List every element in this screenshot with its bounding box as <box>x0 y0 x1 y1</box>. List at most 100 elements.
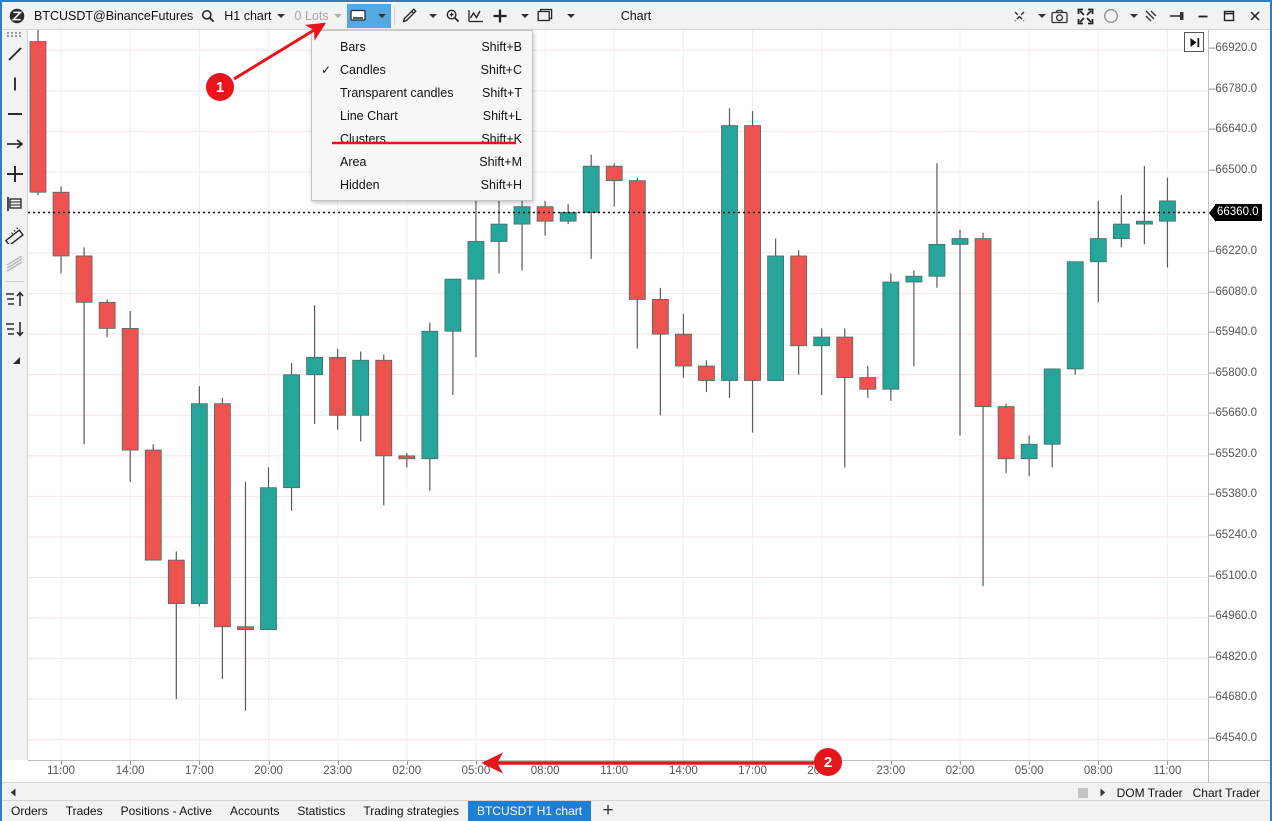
menu-item-candles[interactable]: ✓CandlesShift+C <box>312 58 532 81</box>
chart-trader-button[interactable]: Chart Trader <box>1193 786 1260 800</box>
price-tick-label: –65240.0 <box>1209 529 1257 541</box>
time-tick-label: 11:00 <box>1153 765 1181 777</box>
maximize-icon[interactable] <box>1216 3 1242 29</box>
circle-dropdown-button[interactable] <box>1124 3 1138 29</box>
chart-type-menu[interactable]: BarsShift+B✓CandlesShift+CTransparent ca… <box>311 30 533 201</box>
scroll-left-button[interactable] <box>2 784 24 802</box>
window-button[interactable] <box>534 4 558 28</box>
draw-dropdown-button[interactable] <box>420 4 442 28</box>
time-tick-label: 11:00 <box>600 765 628 777</box>
tab-trading-strategies[interactable]: Trading strategies <box>354 801 468 821</box>
menu-item-hidden[interactable]: HiddenShift+H <box>312 173 532 196</box>
price-axis[interactable]: –66920.0–66780.0–66640.0–66500.066360.0–… <box>1208 30 1270 760</box>
menu-item-bars[interactable]: BarsShift+B <box>312 35 532 58</box>
tab-accounts[interactable]: Accounts <box>221 801 288 821</box>
add-tab-button[interactable]: + <box>591 801 625 821</box>
snapshot-icon[interactable] <box>1046 3 1072 29</box>
panel-toggle-chip[interactable] <box>1078 788 1088 798</box>
menu-item-label: Bars <box>340 40 481 54</box>
chevron-down-icon <box>429 14 437 18</box>
circle-icon[interactable] <box>1098 3 1124 29</box>
trend-line-tool[interactable] <box>2 39 28 69</box>
fib-tool[interactable] <box>2 189 28 219</box>
price-tick-label: –65520.0 <box>1209 448 1257 460</box>
magnifier-button[interactable] <box>442 4 464 28</box>
time-tick-label: 20:00 <box>254 765 283 777</box>
level-up-tool[interactable] <box>2 284 28 314</box>
price-tick-label: –65800.0 <box>1209 367 1257 379</box>
time-tick-label: 02:00 <box>392 765 421 777</box>
chevron-down-icon <box>1130 14 1138 18</box>
menu-item-shortcut: Shift+L <box>483 109 522 123</box>
search-icon[interactable] <box>197 4 219 28</box>
chart-window: Chart BTCUSDT@BinanceFutures H1 chart <box>0 0 1272 821</box>
magnet-icon[interactable] <box>1138 3 1164 29</box>
lots-selector[interactable]: 0 Lots <box>290 4 347 28</box>
chevron-down-icon <box>567 14 575 18</box>
add-dropdown-button[interactable] <box>512 4 534 28</box>
price-tick-label: –66500.0 <box>1209 164 1257 176</box>
last-price-value: 66360.0 <box>1215 204 1262 221</box>
lots-label: 0 Lots <box>295 9 329 23</box>
vertical-line-tool[interactable] <box>2 69 28 99</box>
tab-positions-active[interactable]: Positions - Active <box>112 801 221 821</box>
menu-item-transparent-candles[interactable]: Transparent candlesShift+T <box>312 81 532 104</box>
price-chart[interactable] <box>28 30 1208 760</box>
menu-item-shortcut: Shift+T <box>482 86 522 100</box>
menu-item-clusters[interactable]: ClustersShift+K <box>312 127 532 150</box>
chevron-down-icon <box>334 14 342 18</box>
scroll-to-last-bar-button[interactable] <box>1184 32 1204 52</box>
crosshair-tool[interactable] <box>2 159 28 189</box>
indicator-button[interactable] <box>464 4 488 28</box>
tab-trades[interactable]: Trades <box>57 801 112 821</box>
fullscreen-icon[interactable] <box>1072 3 1098 29</box>
minimize-icon[interactable] <box>1190 3 1216 29</box>
dom-trader-button[interactable]: DOM Trader <box>1117 786 1183 800</box>
window-dropdown-button[interactable] <box>558 4 580 28</box>
menu-item-shortcut: Shift+H <box>481 178 522 192</box>
tab-btcusdt-h1-chart[interactable]: BTCUSDT H1 chart <box>468 801 591 821</box>
menu-item-label: Clusters <box>340 132 481 146</box>
menu-item-shortcut: Shift+K <box>481 132 522 146</box>
candlestick-svg <box>28 30 1208 760</box>
chart-type-button[interactable] <box>347 4 369 28</box>
horizontal-scrollbar[interactable] <box>24 784 1078 802</box>
menu-item-shortcut: Shift+B <box>481 40 522 54</box>
chevron-down-icon <box>378 14 386 18</box>
add-button[interactable] <box>488 4 512 28</box>
app-logo-icon[interactable] <box>6 4 28 28</box>
price-tick-label: –64820.0 <box>1209 651 1257 663</box>
symbol-label[interactable]: BTCUSDT@BinanceFutures <box>28 4 197 28</box>
last-price-label: 66360.0 <box>1209 204 1262 221</box>
channel-tool[interactable] <box>2 249 28 279</box>
time-tick-label: 08:00 <box>1084 765 1113 777</box>
time-tick-label: 17:00 <box>738 765 767 777</box>
chart-type-dropdown-button[interactable] <box>369 4 391 28</box>
menu-item-area[interactable]: AreaShift+M <box>312 150 532 173</box>
time-axis[interactable]: 11:0014:0017:0020:0023:0002:0005:0008:00… <box>28 760 1208 782</box>
panel-expand-arrow-icon[interactable] <box>1098 787 1107 798</box>
cursor-tool[interactable] <box>2 344 28 374</box>
drawing-toolbar <box>2 30 28 760</box>
chevron-down-icon <box>521 14 529 18</box>
pin-diagonal-icon[interactable] <box>1006 3 1032 29</box>
price-tick-label: –65940.0 <box>1209 326 1257 338</box>
pin-icon[interactable] <box>1164 3 1190 29</box>
timeframe-selector[interactable]: H1 chart <box>219 4 289 28</box>
pin-dropdown-button[interactable] <box>1032 3 1046 29</box>
level-down-tool[interactable] <box>2 314 28 344</box>
horizontal-line-tool[interactable] <box>2 99 28 129</box>
price-tick-label: –66920.0 <box>1209 42 1257 54</box>
grip-handle[interactable] <box>4 30 26 39</box>
tab-statistics[interactable]: Statistics <box>288 801 354 821</box>
check-icon: ✓ <box>312 63 340 77</box>
ruler-tool[interactable] <box>2 219 28 249</box>
menu-item-label: Candles <box>340 63 481 77</box>
draw-pencil-button[interactable] <box>398 4 420 28</box>
chevron-down-icon <box>277 14 285 18</box>
close-icon[interactable] <box>1242 3 1268 29</box>
arrow-tool[interactable] <box>2 129 28 159</box>
menu-item-line-chart[interactable]: Line ChartShift+L <box>312 104 532 127</box>
price-tick-label: –66220.0 <box>1209 245 1257 257</box>
tab-orders[interactable]: Orders <box>2 801 57 821</box>
